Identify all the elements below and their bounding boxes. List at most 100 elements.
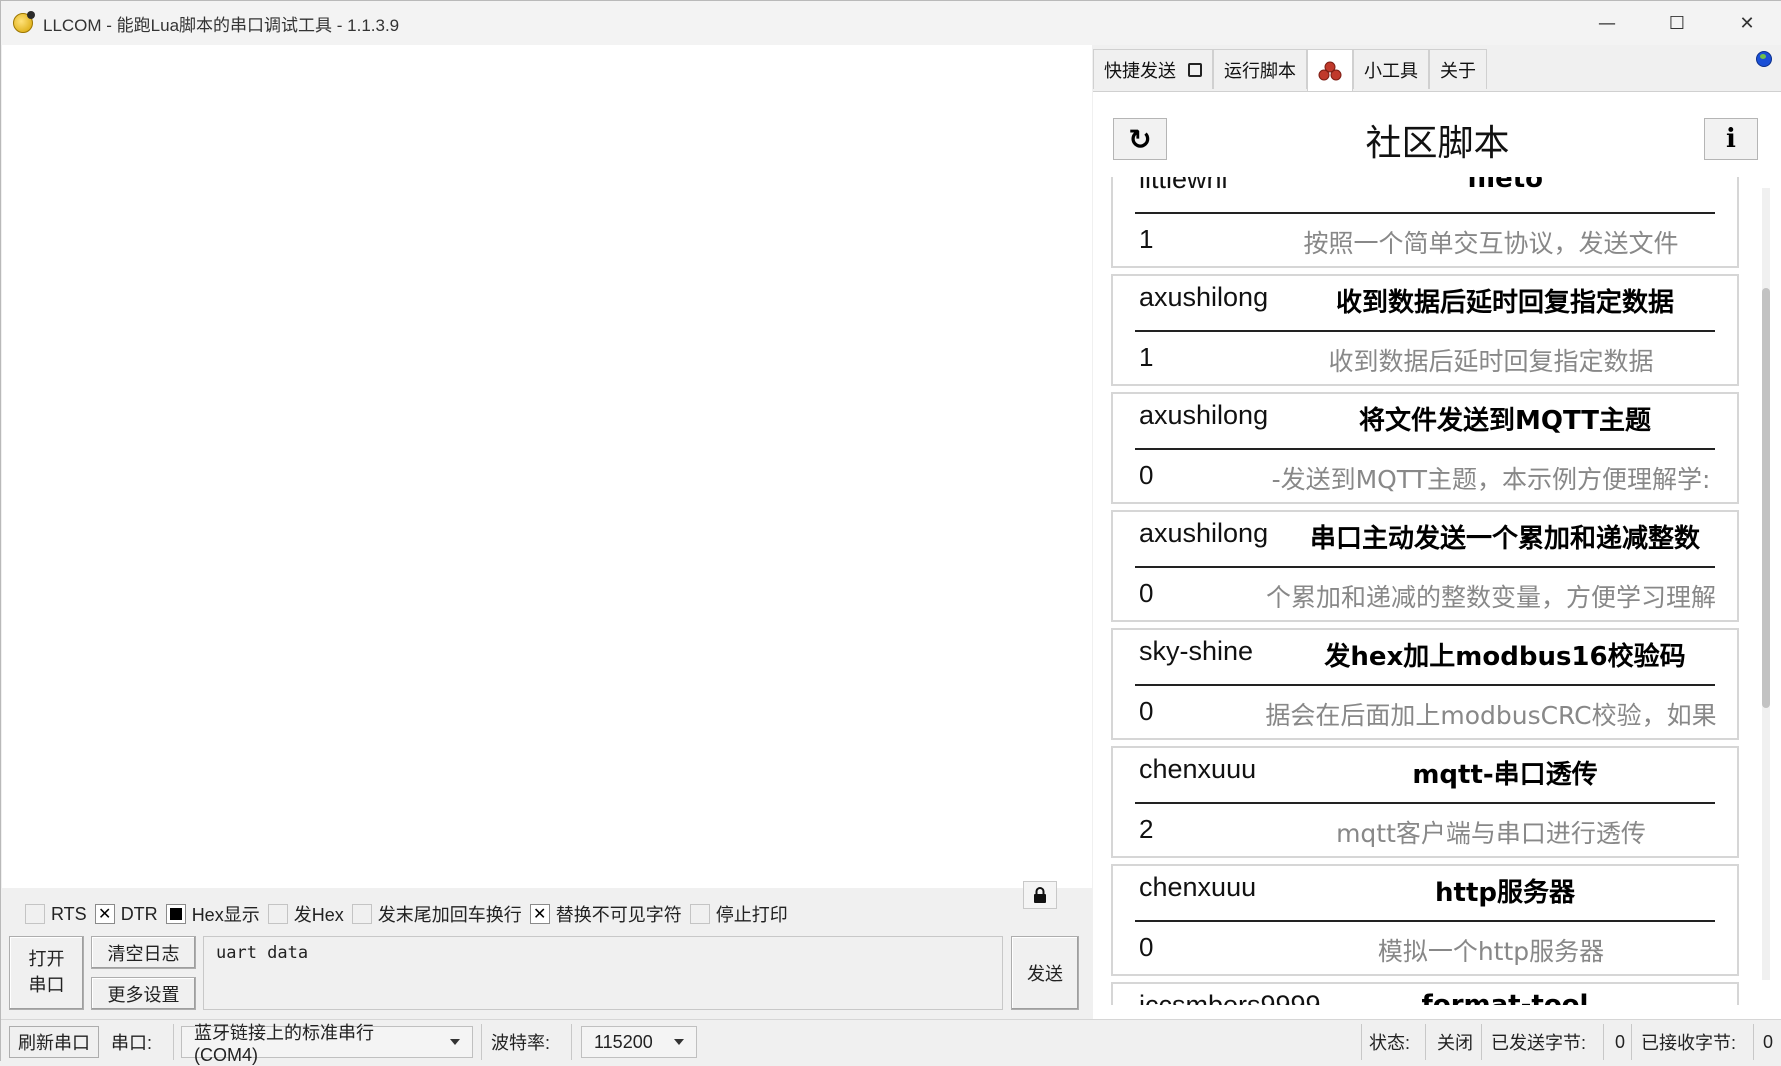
script-author: axushilong [1139,400,1269,430]
card-divider [1135,448,1715,450]
scripts-list-content: littlewhi fileto 1 按照一个简单交互协议，发送文件 axush… [1111,177,1739,1005]
chevron-down-icon [674,1039,684,1045]
hex-display-label: Hex显示 [191,905,260,925]
script-author: sky-shine [1139,636,1254,666]
sent-bytes-label: 已发送字节: [1491,1033,1587,1053]
close-button[interactable]: ✕ [1712,1,1781,45]
open-port-button[interactable]: 打开 串口 [9,936,84,1010]
window-title: LLCOM - 能跑Lua脚本的串口调试工具 - 1.1.3.9 [43,15,400,35]
send-hex-checkbox-box[interactable] [267,904,288,924]
globe-icon[interactable] [1756,51,1772,67]
scrollbar-thumb[interactable] [1762,288,1770,708]
append-crlf-checkbox[interactable]: 发末尾加回车换行 [351,901,522,927]
baud-select[interactable]: 115200 [581,1026,697,1058]
status-value: 关闭 [1437,1033,1473,1053]
open-port-label-line1: 打开 [28,949,65,970]
script-card[interactable]: chenxuuu mqtt-串口透传 2 mqtt客户端与串口进行透传 [1111,746,1739,858]
statusbar-separator [481,1024,482,1060]
recv-bytes-label: 已接收字节: [1641,1033,1737,1053]
script-card[interactable]: littlewhi fileto 1 按照一个简单交互协议，发送文件 [1111,177,1739,268]
append-crlf-checkbox-box[interactable] [351,904,372,924]
send-button[interactable]: 发送 [1011,936,1079,1010]
script-card[interactable]: axushilong 串口主动发送一个累加和递减整数 0 个累加和递减的整数变量… [1111,510,1739,622]
script-description: 模拟一个http服务器 [1377,937,1605,966]
script-description: mqtt客户端与串口进行透传 [1336,819,1646,848]
send-data-input[interactable]: uart data [203,936,1003,1010]
script-author: axushilong [1139,518,1269,548]
stop-print-checkbox-box[interactable] [689,904,710,924]
tab-tools[interactable]: 小工具 [1353,49,1429,89]
scripts-list[interactable]: littlewhi fileto 1 按照一个简单交互协议，发送文件 axush… [1111,177,1739,1005]
tab-community-scripts[interactable] [1307,49,1353,91]
port-select[interactable]: 蓝牙链接上的标准串行 (COM4) [181,1023,473,1065]
more-settings-button[interactable]: 更多设置 [91,977,196,1010]
tab-quick-send-label: 快捷发送 [1104,60,1176,81]
tab-bar: 快捷发送 运行脚本 小工具 关于 [1093,49,1487,91]
card-divider [1135,212,1715,214]
stop-print-label: 停止打印 [715,905,788,925]
script-count: 0 [1139,932,1154,962]
status-label: 状态: [1369,1033,1411,1053]
rts-checkbox[interactable]: RTS [25,904,87,925]
script-card[interactable]: sky-shine 发hex加上modbus16校验码 0 据会在后面加上mod… [1111,628,1739,740]
script-author: chenxuuu [1139,872,1257,902]
maximize-button[interactable]: ☐ [1642,1,1712,45]
script-card[interactable]: axushilong 将文件发送到MQTT主题 0 -发送到MQTT主题，本示例… [1111,392,1739,504]
hex-display-checkbox-box[interactable] [165,904,186,924]
statusbar-separator [1361,1024,1362,1060]
lock-icon [1034,887,1046,903]
hex-display-checkbox[interactable]: Hex显示 [165,901,260,927]
statusbar-separator [571,1024,572,1060]
script-card[interactable]: axushilong 收到数据后延时回复指定数据 1 收到数据后延时回复指定数据 [1111,274,1739,386]
script-name: format-tool [1421,990,1589,1005]
window-controls: — ☐ ✕ [1572,1,1781,45]
info-icon: i [1726,124,1736,154]
minimize-button[interactable]: — [1572,1,1642,45]
statusbar-separator [1631,1024,1632,1060]
title-bar[interactable]: LLCOM - 能跑Lua脚本的串口调试工具 - 1.1.3.9 — ☐ ✕ [1,1,1781,45]
refresh-port-button[interactable]: 刷新串口 [9,1026,99,1058]
dtr-checkbox-box[interactable]: ✕ [94,904,115,924]
right-panel: 快捷发送 运行脚本 小工具 关于 ↻ 社区脚本 i littlewhi file… [1093,45,1781,1019]
scripts-scrollbar[interactable] [1762,188,1770,980]
log-output-area[interactable] [2,45,1092,909]
replace-invisible-checkbox[interactable]: ✕ 替换不可见字符 [529,901,682,927]
app-window: LLCOM - 能跑Lua脚本的串口调试工具 - 1.1.3.9 — ☐ ✕ R… [0,0,1781,1065]
replace-invisible-checkbox-box[interactable]: ✕ [529,904,550,924]
tab-quick-send[interactable]: 快捷发送 [1093,49,1213,89]
rts-checkbox-box[interactable] [25,904,45,924]
tab-run-script[interactable]: 运行脚本 [1213,49,1307,89]
script-count: 1 [1139,342,1154,372]
clear-log-button[interactable]: 清空日志 [91,936,196,969]
script-card[interactable]: chenxuuu http服务器 0 模拟一个http服务器 [1111,864,1739,976]
chevron-down-icon [450,1039,460,1045]
tab-about[interactable]: 关于 [1429,49,1487,89]
statusbar-separator [1753,1024,1754,1060]
script-count: 2 [1139,814,1154,844]
script-count: 0 [1139,696,1154,726]
send-hex-label: 发Hex [293,905,344,925]
open-port-label-line2: 串口 [28,975,65,996]
replace-invisible-label: 替换不可见字符 [555,905,682,925]
status-bar: 刷新串口 串口: 蓝牙链接上的标准串行 (COM4) 波特率: 115200 状… [1,1019,1781,1065]
tab-tools-label: 小工具 [1364,60,1418,81]
info-button[interactable]: i [1704,118,1758,160]
script-name: mqtt-串口透传 [1412,760,1598,790]
dtr-checkbox[interactable]: ✕ DTR [94,904,158,925]
lock-scroll-button[interactable] [1023,881,1057,909]
statusbar-separator [1481,1024,1482,1060]
panel-title: 社区脚本 [1365,123,1510,164]
baud-label: 波特率: [491,1033,551,1053]
send-hex-checkbox[interactable]: 发Hex [267,901,344,927]
stop-print-checkbox[interactable]: 停止打印 [689,901,788,927]
script-name: 收到数据后延时回复指定数据 [1335,288,1674,318]
script-author: axushilong [1139,282,1269,312]
baud-select-value: 115200 [594,1031,653,1052]
script-description: 个累加和递减的整数变量，方便学习理解 [1265,583,1716,612]
script-card[interactable]: iccsmbers9999 format-tool 0 [1111,982,1739,1005]
community-icon [1318,61,1342,80]
script-name: http服务器 [1435,878,1575,908]
card-divider [1135,330,1715,332]
card-divider [1135,684,1715,686]
script-count: 1 [1139,224,1154,254]
